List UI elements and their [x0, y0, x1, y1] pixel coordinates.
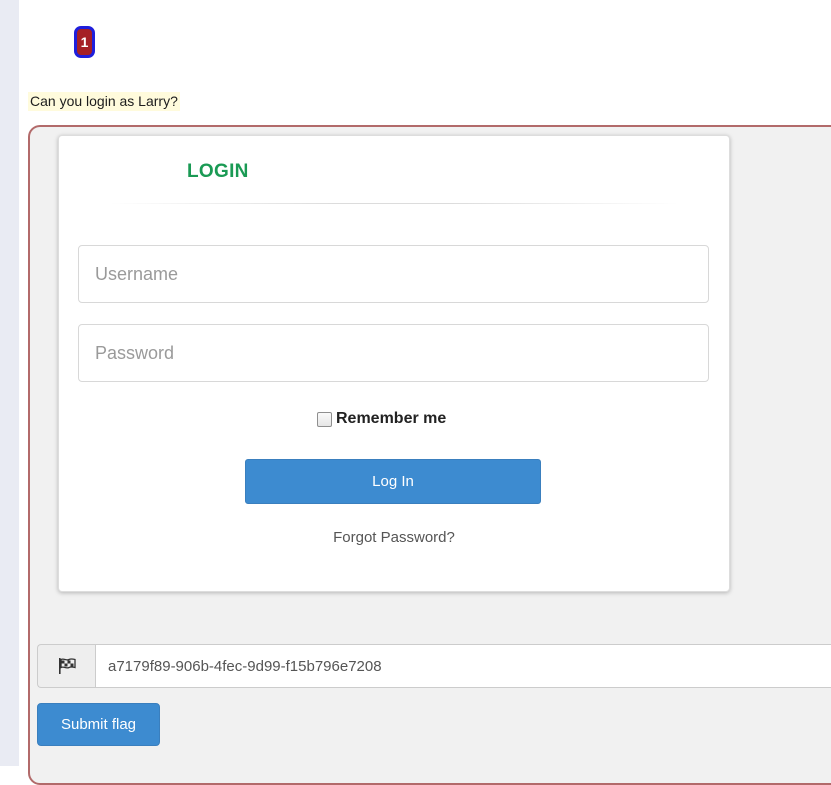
remember-me-row[interactable]: Remember me: [317, 410, 446, 428]
forgot-password-link[interactable]: Forgot Password?: [59, 529, 729, 546]
challenge-number-badge: 1: [74, 26, 95, 58]
login-title: LOGIN: [187, 161, 249, 182]
submit-flag-button[interactable]: Submit flag: [37, 703, 160, 746]
title-divider: [109, 203, 679, 204]
remember-me-label: Remember me: [336, 410, 447, 427]
flag-input-group: [37, 644, 831, 688]
challenge-question: Can you login as Larry?: [28, 92, 180, 111]
login-card: LOGIN Remember me Log In Forgot Password…: [58, 135, 730, 592]
password-input[interactable]: [78, 324, 709, 382]
username-input[interactable]: [78, 245, 709, 303]
remember-me-checkbox[interactable]: [317, 411, 332, 427]
flag-checkered-icon: [37, 644, 95, 688]
login-button[interactable]: Log In: [245, 459, 541, 504]
flag-input[interactable]: [95, 644, 831, 688]
left-sidebar-strip: [0, 0, 19, 766]
